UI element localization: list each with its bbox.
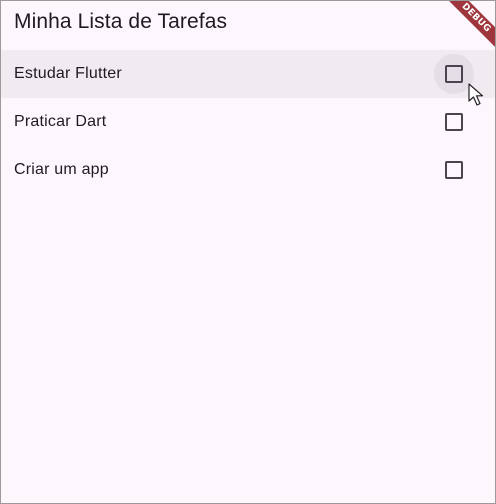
task-checkbox[interactable] (445, 113, 463, 131)
task-row-praticar-dart[interactable]: Praticar Dart (1, 98, 495, 146)
task-checkbox[interactable] (445, 161, 463, 179)
task-label: Estudar Flutter (14, 65, 122, 82)
task-row-estudar-flutter[interactable]: Estudar Flutter (1, 50, 495, 98)
task-checkbox-hover-area[interactable] (434, 150, 474, 190)
page-title: Minha Lista de Tarefas (14, 10, 228, 33)
task-checkbox-hover-area[interactable] (434, 54, 474, 94)
app-window: Minha Lista de Tarefas Estudar Flutter P… (0, 0, 496, 504)
task-label: Praticar Dart (14, 113, 107, 130)
task-checkbox-hover-area[interactable] (434, 102, 474, 142)
task-row-criar-um-app[interactable]: Criar um app (1, 146, 495, 194)
task-label: Criar um app (14, 161, 109, 178)
task-list: Estudar Flutter Praticar Dart Criar um a… (1, 50, 495, 194)
task-checkbox[interactable] (445, 65, 463, 83)
app-bar: Minha Lista de Tarefas (1, 1, 495, 49)
